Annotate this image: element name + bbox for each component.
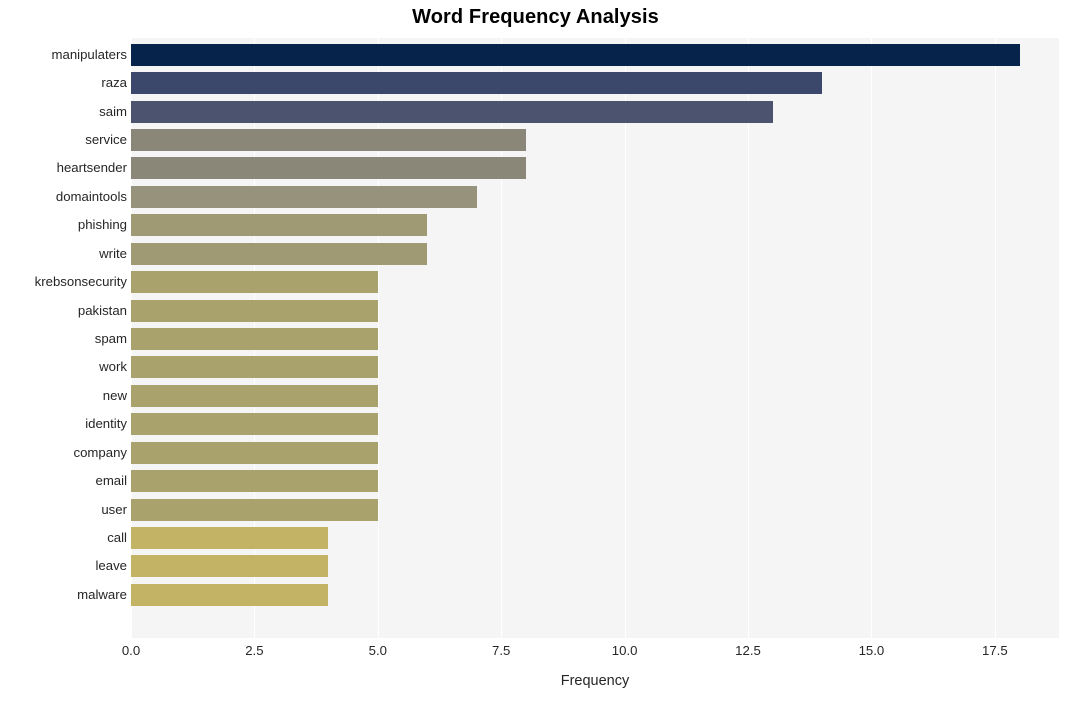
bar-row (131, 384, 1059, 407)
bar-row (131, 328, 1059, 350)
bar-row (131, 72, 1059, 95)
y-axis-label-work: work (99, 359, 127, 375)
y-axis-label-saim: saim (99, 103, 127, 119)
bar-domaintools (131, 185, 477, 208)
bar-row (131, 470, 1059, 493)
y-axis-label-krebsonsecurity: krebsonsecurity (34, 274, 127, 290)
bar-row (131, 185, 1059, 208)
y-axis-label-spam: spam (94, 331, 127, 346)
bar-spam (131, 328, 378, 350)
bar-pakistan (131, 299, 378, 322)
bar-work (131, 356, 378, 379)
bar-heartsender (131, 157, 526, 180)
bar-row (131, 43, 1059, 66)
y-axis-label-new: new (102, 387, 127, 403)
bar-call (131, 527, 329, 550)
y-axis-label-domaintools: domaintools (55, 188, 127, 204)
bar-malware (131, 583, 329, 606)
bar-row (131, 271, 1059, 294)
y-axis-label-user: user (101, 501, 127, 517)
x-axis-tick-0.0: 0.0 (121, 643, 141, 658)
x-axis-tick-7.5: 7.5 (492, 643, 511, 658)
y-axis-label-pakistan: pakistan (77, 302, 127, 318)
bar-row (131, 157, 1059, 180)
x-axis-tick-5.0: 5.0 (368, 643, 387, 658)
bar-row (131, 299, 1059, 322)
bar-company (131, 441, 378, 464)
y-axis-label-company: company (73, 444, 127, 460)
bar-row (131, 527, 1059, 550)
x-axis-tick-10.0: 10.0 (611, 643, 638, 658)
bar-service (131, 128, 526, 151)
y-axis-labels: manipulaters raza saim service heartsender do… (0, 38, 127, 638)
bar-phishing (131, 214, 428, 237)
bar-manipulaters (131, 43, 1020, 66)
bar-row (131, 100, 1059, 123)
y-axis-label-phishing: phishing (77, 217, 127, 233)
x-axis-tick-2.5: 2.5 (245, 643, 264, 658)
bar-write (131, 242, 428, 265)
word-frequency-chart: Word Frequency Analysis manipulaters raza… (0, 0, 1071, 701)
bar-saim (131, 100, 773, 123)
x-axis-tick-17.5: 17.5 (981, 643, 1008, 658)
bar-row (131, 356, 1059, 379)
bar-leave (131, 555, 329, 578)
bar-identity (131, 413, 378, 436)
bar-row (131, 441, 1059, 464)
y-axis-label-service: service (85, 131, 127, 147)
bar-user (131, 498, 378, 521)
y-axis-label-leave: leave (95, 558, 127, 574)
plot-area (131, 38, 1059, 638)
y-axis-label-heartsender: heartsender (56, 160, 127, 176)
x-axis-tick-15.0: 15.0 (858, 643, 885, 658)
y-axis-label-malware: malware (77, 586, 127, 602)
bar-krebsonsecurity (131, 271, 378, 294)
y-axis-label-call: call (107, 530, 127, 546)
bar-raza (131, 72, 823, 95)
x-axis-title: Frequency (560, 673, 630, 689)
x-axis-ticks: 0.0 2.5 5.0 7.5 10.0 12.5 15.0 17.5 (0, 643, 1071, 665)
bar-email (131, 470, 378, 493)
bar-row (131, 242, 1059, 265)
bar-row (131, 583, 1059, 606)
page-title: Word Frequency Analysis (412, 6, 659, 28)
x-axis-tick-12.5: 12.5 (735, 643, 761, 658)
y-axis-label-email: email (95, 473, 127, 489)
y-axis-label-identity: identity (85, 416, 127, 432)
bar-row (131, 128, 1059, 151)
y-axis-label-write: write (99, 245, 127, 261)
bar-row (131, 555, 1059, 578)
y-axis-label-manipulaters: manipulaters (51, 46, 128, 62)
bar-row (131, 214, 1059, 237)
bar-row (131, 413, 1059, 436)
bar-new (131, 384, 378, 407)
y-axis-label-raza: raza (101, 75, 127, 91)
bar-row (131, 498, 1059, 521)
